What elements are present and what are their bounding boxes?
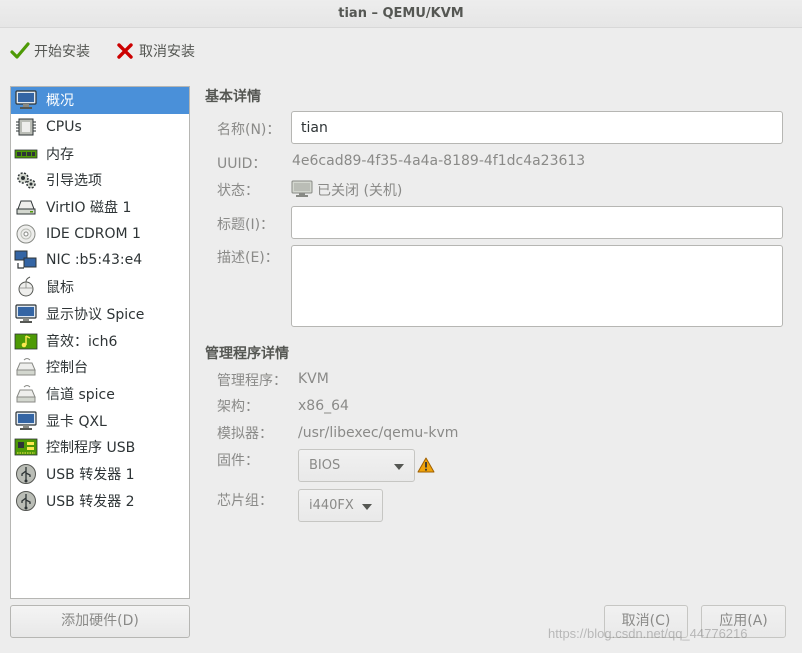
sidebar-item-controller-usb[interactable]: 控制程序 USB [11,434,189,461]
sidebar-item-video-qxl[interactable]: 显卡 QXL [11,407,189,434]
sidebar-item-label: 音效：ich6 [46,333,118,350]
begin-install-label: 开始安装 [34,44,90,60]
cdrom-icon [16,224,36,244]
sidebar-item-console[interactable]: 控制台 [11,354,189,381]
chevron-down-icon [394,464,404,470]
usb-icon [16,463,36,484]
chipset-label: 芯片组： [217,493,273,509]
title-label: 标题(I)： [217,217,275,233]
begin-install-button[interactable]: 开始安装 [10,40,90,62]
sidebar-item-usb-redirector-1[interactable]: USB 转发器 1 [11,461,189,488]
sidebar-item-virtio-disk[interactable]: VirtIO 磁盘 1 [11,194,189,221]
sidebar-item-label: 概况 [46,93,74,110]
cancel-install-button[interactable]: 取消安装 [115,40,195,62]
toolbar: 开始安装 取消安装 [0,28,802,74]
architecture-value: x86_64 [298,398,349,414]
sidebar-item-label: 控制台 [46,360,88,377]
sidebar-item-sound[interactable]: 音效：ich6 [11,327,189,354]
sidebar-item-cpus[interactable]: CPUs [11,114,189,141]
sidebar-item-memory[interactable]: 内存 [11,140,189,167]
status-label: 状态： [217,183,259,199]
description-label: 描述(E)： [217,250,279,266]
mouse-icon [18,276,34,297]
sidebar-item-label: 显示协议 Spice [46,306,145,323]
window-title: tian – QEMU/KVM [338,6,464,21]
sidebar-item-label: VirtIO 磁盘 1 [46,200,132,217]
warning-icon [417,457,435,473]
sidebar-item-label: 信道 spice [46,386,115,403]
add-hardware-button[interactable]: 添加硬件(D) [10,605,190,638]
channel-icon [16,384,36,403]
cancel-install-label: 取消安装 [139,44,195,60]
title-input[interactable] [291,206,783,239]
sidebar-item-label: 显卡 QXL [46,413,107,430]
emulator-label: 模拟器： [217,426,273,442]
sidebar-item-channel-spice[interactable]: 信道 spice [11,381,189,408]
window-title-bar: tian – QEMU/KVM [0,0,802,28]
chipset-select[interactable]: i440FX [298,489,383,522]
shutoff-monitor-icon [291,180,313,197]
monitor-icon [15,90,37,110]
emulator-value: /usr/libexec/qemu-kvm [298,425,459,441]
watermark-text: https://blog.csdn.net/qq_44776216 [548,626,748,641]
uuid-value: 4e6cad89-4f35-4a4a-8189-4f1dc4a23613 [292,153,586,169]
sidebar-item-label: USB 转发器 1 [46,466,135,483]
basic-details-title: 基本详情 [205,89,261,105]
hypervisor-label: 管理程序： [217,373,287,389]
video-card-icon [15,410,37,430]
cpu-icon [16,118,36,136]
disk-icon [16,200,36,215]
sidebar-item-usb-redirector-2[interactable]: USB 转发器 2 [11,487,189,514]
sidebar-item-boot-options[interactable]: 引导选项 [11,167,189,194]
sidebar-item-label: 鼠标 [46,280,74,297]
uuid-label: UUID： [217,156,267,172]
chevron-down-icon [362,504,372,510]
sidebar-item-label: USB 转发器 2 [46,493,135,510]
boot-options-icon [17,172,36,190]
sidebar-item-label: 控制程序 USB [46,440,136,457]
sidebar-item-label: IDE CDROM 1 [46,225,141,242]
sidebar-item-label: CPUs [46,119,82,136]
sidebar-item-label: 引导选项 [46,173,102,190]
sidebar-item-ide-cdrom[interactable]: IDE CDROM 1 [11,220,189,247]
display-icon [15,304,37,323]
cancel-x-icon [117,43,133,59]
firmware-selected-value: BIOS [309,458,341,473]
controller-icon [14,438,38,456]
chipset-selected-value: i440FX [309,498,354,513]
sidebar-item-overview[interactable]: 概况 [11,87,189,114]
hypervisor-value: KVM [298,371,329,387]
sidebar-item-mouse[interactable]: 鼠标 [11,274,189,301]
network-icon [14,250,37,270]
sidebar-item-display-spice[interactable]: 显示协议 Spice [11,301,189,328]
architecture-label: 架构： [217,399,259,415]
sidebar-item-label: NIC :b5:43:e4 [46,252,143,269]
sound-icon [14,333,38,349]
description-textarea[interactable] [291,245,783,327]
firmware-label: 固件： [217,453,259,469]
usb-icon [16,490,36,511]
sidebar-item-nic[interactable]: NIC :b5:43:e4 [11,247,189,274]
checkmark-icon [10,42,30,59]
memory-icon [14,149,38,159]
status-value: 已关闭 (关机) [317,183,403,199]
hardware-list[interactable]: 概况 CPUs 内存 引导选项 VirtIO 磁盘 1 IDE CDROM 1 … [10,86,190,599]
firmware-select[interactable]: BIOS [298,449,415,482]
name-label: 名称(N)： [217,122,281,138]
name-input[interactable] [291,111,783,144]
hypervisor-details-title: 管理程序详情 [205,346,289,362]
serial-icon [16,358,36,376]
sidebar-item-label: 内存 [46,146,74,163]
